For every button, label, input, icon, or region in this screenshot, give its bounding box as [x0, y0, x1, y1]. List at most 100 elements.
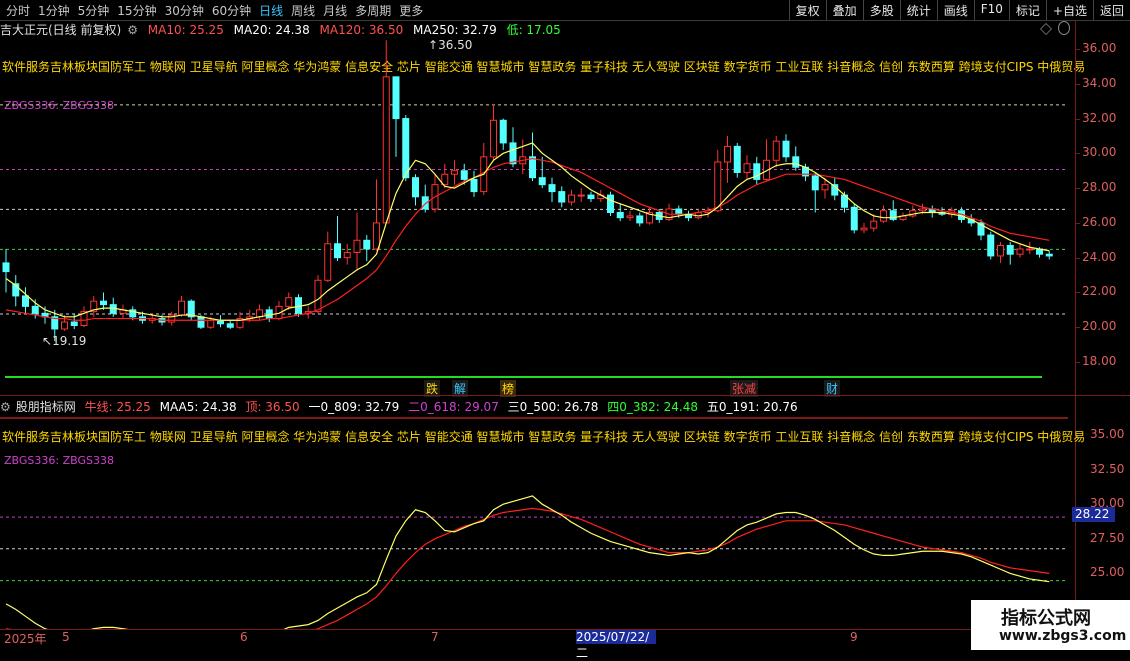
candle-body — [70, 321, 78, 327]
maa5-value: MAA5: 24.38 — [159, 400, 237, 414]
tab-daily[interactable]: 日线 — [255, 2, 287, 19]
tab-30min[interactable]: 30分钟 — [161, 2, 208, 19]
indicator-current-value: 28.22 — [1072, 507, 1115, 522]
candle-body — [714, 161, 722, 212]
stats-button[interactable]: 统计 — [899, 0, 937, 20]
stock-title: 吉大正元(日线 前复权) — [0, 23, 122, 37]
price-tick-label: 18.00 — [1082, 354, 1117, 369]
candlestick-chart[interactable] — [0, 36, 1075, 392]
tab-monthly[interactable]: 月线 — [319, 2, 351, 19]
x-label-year: 2025年 — [4, 632, 47, 646]
tab-15min[interactable]: 15分钟 — [113, 2, 160, 19]
ma120-value: MA120: 36.50 — [319, 23, 404, 37]
fib618-value: 二0_618: 29.07 — [408, 400, 499, 414]
candle-body — [987, 234, 995, 257]
candle-body — [880, 210, 887, 222]
price-tick-label: 26.00 — [1082, 214, 1117, 229]
x-label-june: 6 — [240, 630, 248, 644]
candle-body — [382, 76, 390, 224]
candle-body — [2, 262, 10, 273]
candle-body — [197, 316, 205, 328]
indicator-chart[interactable] — [0, 414, 1075, 629]
candle-body — [353, 239, 361, 253]
niuxian-value: 牛线: 25.25 — [84, 400, 151, 414]
watermark-url: www.zbgs3.com — [999, 628, 1127, 644]
period-toolbar: 分时 1分钟 5分钟 15分钟 30分钟 60分钟 日线 周线 月线 多周期 更… — [0, 0, 1130, 21]
candle-body — [626, 215, 634, 219]
f10-button[interactable]: F10 — [973, 0, 1009, 20]
candle-body — [616, 211, 624, 219]
indicator-name[interactable]: 股朋指标网 — [16, 400, 76, 414]
candle-body — [587, 194, 595, 200]
price-tick-label: 34.00 — [1082, 75, 1117, 90]
collapse-icon[interactable] — [1040, 23, 1052, 35]
candle-body — [1006, 245, 1014, 255]
candle-body — [850, 206, 858, 231]
indicator-tick-label: 32.50 — [1090, 461, 1125, 476]
price-tick-label: 20.00 — [1082, 319, 1117, 334]
ma20-value: MA20: 24.38 — [233, 23, 310, 37]
candle-body — [412, 177, 419, 198]
candle-body — [460, 170, 468, 180]
tab-60min[interactable]: 60分钟 — [208, 2, 255, 19]
candle-body — [636, 215, 644, 224]
add-watchlist-button[interactable]: +自选 — [1045, 0, 1093, 20]
tab-more[interactable]: 更多 — [395, 2, 427, 19]
indicator-header: ⚙ 股朋指标网 牛线: 25.25 MAA5: 24.38 顶: 36.50 一0… — [0, 398, 803, 414]
indicator-tick-label: 25.00 — [1090, 565, 1125, 580]
candle-body — [1045, 253, 1053, 257]
tab-5min[interactable]: 5分钟 — [74, 2, 114, 19]
crosshair-date: 2025/07/22/二 — [576, 630, 656, 660]
indicator-tick-label: 27.50 — [1090, 530, 1125, 545]
candle-body — [997, 245, 1004, 257]
candle-body — [529, 156, 536, 179]
candle-body — [334, 243, 341, 259]
fib382-value: 四0_382: 24.48 — [607, 400, 699, 414]
candle-body — [724, 145, 731, 163]
low-annotation: ↖19.19 — [42, 334, 87, 348]
back-button[interactable]: 返回 — [1092, 0, 1130, 20]
candle-body — [577, 194, 585, 197]
tool-buttons: 复权 叠加 多股 统计 画线 F10 标记 +自选 返回 — [788, 0, 1130, 20]
tab-fenshi[interactable]: 分时 — [2, 2, 34, 19]
tab-1min[interactable]: 1分钟 — [34, 2, 74, 19]
close-circle-icon[interactable] — [1058, 21, 1070, 35]
candle-body — [772, 140, 780, 161]
price-tick-label: 30.00 — [1082, 145, 1117, 160]
candle-body — [733, 145, 741, 173]
candle-body — [821, 184, 829, 191]
candle-body — [373, 222, 380, 250]
x-label-july: 7 — [431, 630, 439, 644]
fib809-value: 一0_809: 32.79 — [308, 400, 400, 414]
watermark-logo: 指标公式网 www.zbgs3.com — [971, 600, 1130, 650]
candle-body — [256, 309, 263, 318]
candle-body — [343, 251, 351, 259]
candle-body — [743, 163, 751, 173]
multi-stock-button[interactable]: 多股 — [862, 0, 900, 20]
ind-slow-line — [5, 507, 1050, 629]
candle-body — [451, 170, 458, 175]
candle-body — [860, 227, 868, 231]
candle-body — [675, 208, 683, 215]
settings-icon[interactable]: ⚙ — [127, 23, 138, 37]
ding-value: 顶: 36.50 — [245, 400, 300, 414]
stock-title-row: 吉大正元(日线 前复权) ⚙ MA10: 25.25 MA20: 24.38 MA… — [0, 21, 567, 37]
draw-line-button[interactable]: 画线 — [936, 0, 974, 20]
price-tick-label: 24.00 — [1082, 249, 1117, 264]
overlay-button[interactable]: 叠加 — [825, 0, 863, 20]
candle-body — [568, 194, 575, 203]
indicator-settings-icon[interactable]: ⚙ — [0, 400, 11, 414]
x-axis-line — [0, 629, 1075, 630]
mark-button[interactable]: 标记 — [1008, 0, 1046, 20]
candle-body — [558, 191, 566, 203]
fuquan-button[interactable]: 复权 — [788, 0, 826, 20]
tab-multi-period[interactable]: 多周期 — [351, 2, 395, 19]
candle-body — [811, 175, 819, 191]
candle-body — [226, 323, 234, 328]
tab-weekly[interactable]: 周线 — [287, 2, 319, 19]
signal-baseline — [5, 376, 1042, 378]
candle-body — [490, 119, 497, 158]
candle-body — [285, 297, 293, 307]
period-tabs: 分时 1分钟 5分钟 15分钟 30分钟 60分钟 日线 周线 月线 多周期 更… — [2, 2, 427, 19]
candle-body — [548, 184, 556, 193]
